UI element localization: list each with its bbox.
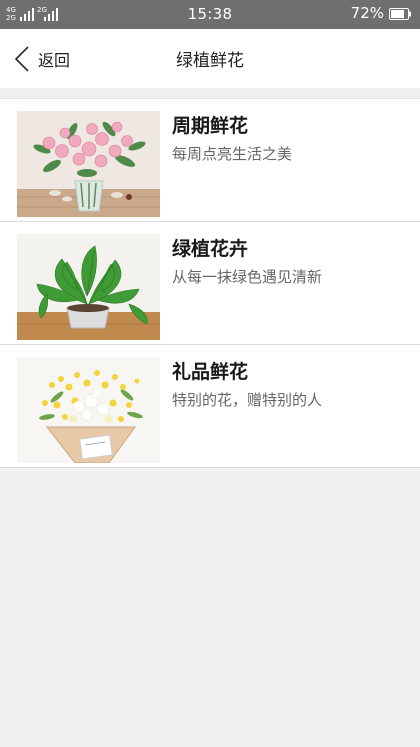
potted-green-plant-image <box>17 234 160 340</box>
navigation-bar: 返回 绿植鲜花 <box>0 29 420 88</box>
item-subtitle: 每周点亮生活之美 <box>172 145 293 163</box>
item-subtitle: 从每一抹绿色遇见清新 <box>172 268 323 286</box>
pink-roses-vase-image <box>17 111 160 217</box>
item-subtitle: 特别的花，赠特别的人 <box>172 391 323 409</box>
list-item-gift-flowers[interactable]: 礼品鲜花 特别的花，赠特别的人 <box>0 345 420 468</box>
list-item-periodic-flowers[interactable]: 周期鲜花 每周点亮生活之美 <box>0 99 420 222</box>
item-title: 绿植花卉 <box>172 238 249 260</box>
list-item-green-plants[interactable]: 绿植花卉 从每一抹绿色遇见清新 <box>0 222 420 345</box>
battery-icon <box>389 8 411 20</box>
yellow-flower-bouquet-image <box>17 357 160 463</box>
battery-percent: 72% <box>350 4 384 22</box>
category-list: 周期鲜花 每周点亮生活之美 绿植花卉 从每一抹绿色遇见清新 礼品鲜花 特别的花，… <box>0 98 420 468</box>
page-title: 绿植鲜花 <box>176 51 244 71</box>
item-title: 礼品鲜花 <box>172 361 249 383</box>
status-bar: 4G 2G 2G 15:38 72% <box>0 0 420 29</box>
item-title: 周期鲜花 <box>172 115 249 137</box>
